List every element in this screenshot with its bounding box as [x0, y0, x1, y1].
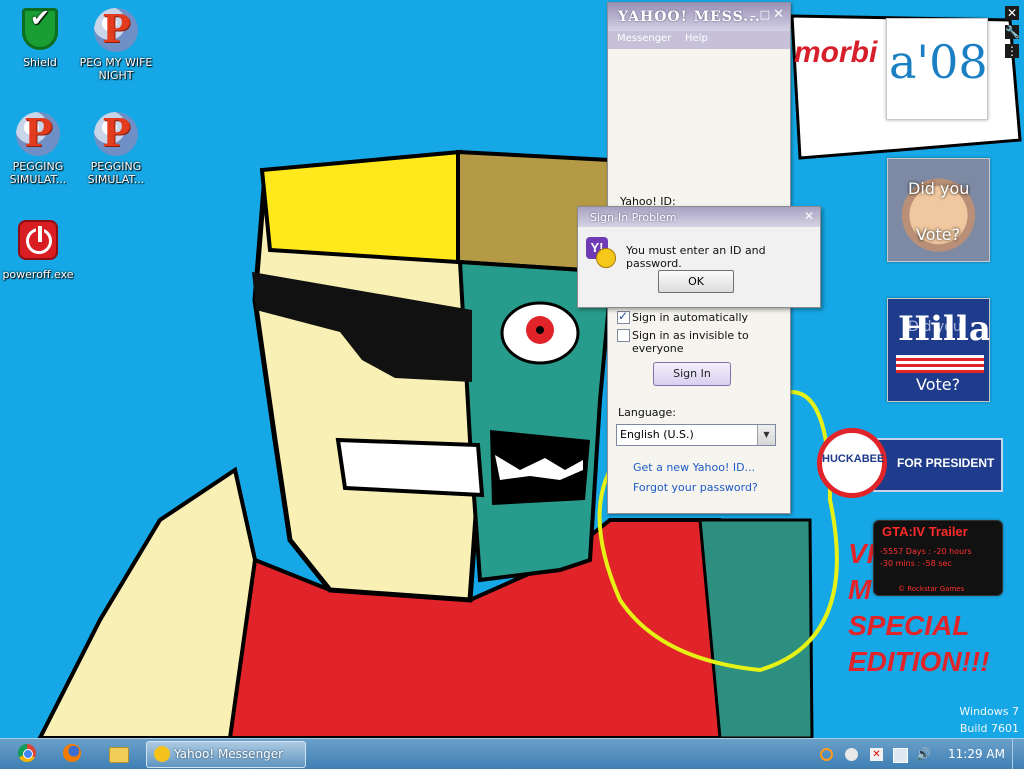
sign-in-auto-checkbox[interactable]	[617, 309, 630, 324]
language-select[interactable]: English (U.S.) ▼	[616, 424, 776, 446]
window-title: YAHOO! MESS...	[618, 9, 761, 25]
taskbar-item-yahoo-messenger[interactable]: Yahoo! Messenger	[146, 741, 306, 768]
forgot-password-link[interactable]: Forgot your password?	[633, 481, 758, 494]
windows-watermark-line2: Build 7601	[959, 722, 1019, 735]
special-text-line: EDITION!!!	[848, 646, 990, 677]
dialog-title: Sign-In Problem	[590, 211, 677, 224]
desktop-icon-pegging-simulator-1[interactable]: PEGGING SIMULAT...	[0, 110, 76, 186]
special-text-line: SPECIAL	[848, 610, 970, 641]
gadget-hillary-vote[interactable]: Hilla Did you Vote?	[887, 298, 990, 402]
shield-icon	[18, 8, 62, 52]
folder-icon[interactable]	[109, 744, 129, 764]
huckabee-for-text: FOR PRESIDENT	[897, 456, 995, 470]
sign-in-invisible-checkbox[interactable]	[617, 329, 630, 342]
gta-title: GTA:IV Trailer	[882, 524, 968, 539]
volume-icon[interactable]: 🔊	[916, 748, 931, 761]
mccain-vote-top: Did you	[908, 179, 970, 198]
sign-in-invisible-label: Sign in as invisible to everyone	[632, 329, 749, 355]
search-icon[interactable]	[820, 748, 833, 761]
firefox-icon[interactable]	[63, 744, 83, 764]
gadget-huckabee[interactable]: FOR PRESIDENT HUCKABEE	[817, 428, 1003, 498]
chevron-down-icon[interactable]: ▼	[757, 425, 775, 445]
gadget-logo-08[interactable]: a'08	[886, 18, 988, 120]
mccain-vote-bottom: Vote?	[916, 225, 961, 244]
network-icon[interactable]	[893, 748, 908, 763]
action-center-flag-icon[interactable]: ✕	[870, 748, 883, 761]
taskbar: Yahoo! Messenger ✕ 🔊 11:29 AM	[0, 738, 1024, 769]
taskbar-clock[interactable]: 11:29 AM	[948, 747, 1005, 761]
gadget-mccain-vote[interactable]: Did you Vote?	[887, 158, 990, 262]
maximize-icon[interactable]: □	[760, 8, 770, 21]
hillary-vote-bottom: Vote?	[916, 375, 961, 394]
desktop-icon-label: PEGGING SIMULAT...	[87, 160, 145, 186]
close-icon[interactable]: ✕	[1005, 6, 1019, 20]
huckabee-badge-text: HUCKABEE	[822, 453, 885, 465]
sign-in-button[interactable]: Sign In	[653, 362, 731, 386]
pegging-app-icon	[94, 6, 138, 52]
dialog-message: You must enter an ID and password.	[626, 244, 766, 270]
window-titlebar[interactable]: YAHOO! MESS... – □ ✕	[608, 3, 790, 31]
sign-in-auto-label: Sign in automatically	[632, 311, 749, 324]
yahoo-tray-icon[interactable]	[845, 748, 858, 761]
desktop-icon-poweroff[interactable]: poweroff.exe	[0, 220, 76, 281]
ok-button[interactable]: OK	[658, 270, 734, 293]
desktop-icon-label: PEGGING SIMULAT...	[9, 160, 67, 186]
pegging-app-icon	[94, 110, 138, 156]
windows-watermark-line1: Windows 7	[959, 705, 1019, 718]
desktop-icon-pegging-simulator-2[interactable]: PEGGING SIMULAT...	[78, 110, 154, 186]
desktop-icon-label: Shield	[23, 56, 57, 69]
flag-stripes	[896, 355, 984, 373]
desktop-icon-label: PEG MY WIFE NIGHT	[79, 56, 153, 82]
close-icon[interactable]: ✕	[804, 209, 814, 223]
minimize-icon[interactable]: –	[750, 9, 756, 23]
banner-text: morbi	[794, 36, 878, 69]
close-icon[interactable]: ✕	[773, 7, 784, 22]
menu-item-help[interactable]: Help	[685, 33, 708, 44]
menu-item-messenger[interactable]: Messenger	[617, 33, 671, 44]
gta-footer: © Rockstar Games	[898, 585, 965, 593]
hillary-vote-top: Did you	[908, 319, 962, 335]
menu-bar: Messenger Help	[608, 31, 790, 49]
yahoo-smiley-icon: Y!	[586, 237, 616, 268]
chrome-icon[interactable]	[18, 744, 38, 764]
yahoo-smiley-icon	[154, 746, 170, 762]
huckabee-badge: HUCKABEE	[817, 428, 887, 498]
gta-countdown-line2: -30 mins : -58 sec	[880, 559, 952, 568]
gadget-toolbar: ✕ 🔧 ⋮	[1005, 6, 1021, 63]
gadget-gta-countdown[interactable]: GTA:IV Trailer -5557 Days : -20 hours -3…	[873, 520, 1003, 596]
dialog-titlebar[interactable]: Sign-In Problem ✕	[578, 207, 820, 227]
power-icon	[16, 220, 60, 264]
show-desktop-button[interactable]	[1012, 739, 1024, 769]
pegging-app-icon	[16, 110, 60, 156]
taskbar-item-label: Yahoo! Messenger	[174, 747, 284, 761]
sign-in-problem-dialog[interactable]: Sign-In Problem ✕ Y! You must enter an I…	[577, 206, 821, 308]
gta-countdown-line1: -5557 Days : -20 hours	[880, 547, 972, 556]
desktop-icon-label: poweroff.exe	[2, 268, 74, 281]
language-value: English (U.S.)	[620, 428, 694, 441]
logo-08-text: a'08	[889, 35, 988, 89]
drag-grip-icon[interactable]: ⋮	[1005, 44, 1019, 58]
desktop-icon-shield[interactable]: Shield	[2, 8, 78, 69]
language-label: Language:	[618, 406, 676, 419]
get-new-id-link[interactable]: Get a new Yahoo! ID...	[633, 461, 755, 474]
wrench-icon[interactable]: 🔧	[1005, 25, 1020, 39]
desktop-icon-peg-my-wife-night[interactable]: PEG MY WIFE NIGHT	[78, 6, 154, 82]
